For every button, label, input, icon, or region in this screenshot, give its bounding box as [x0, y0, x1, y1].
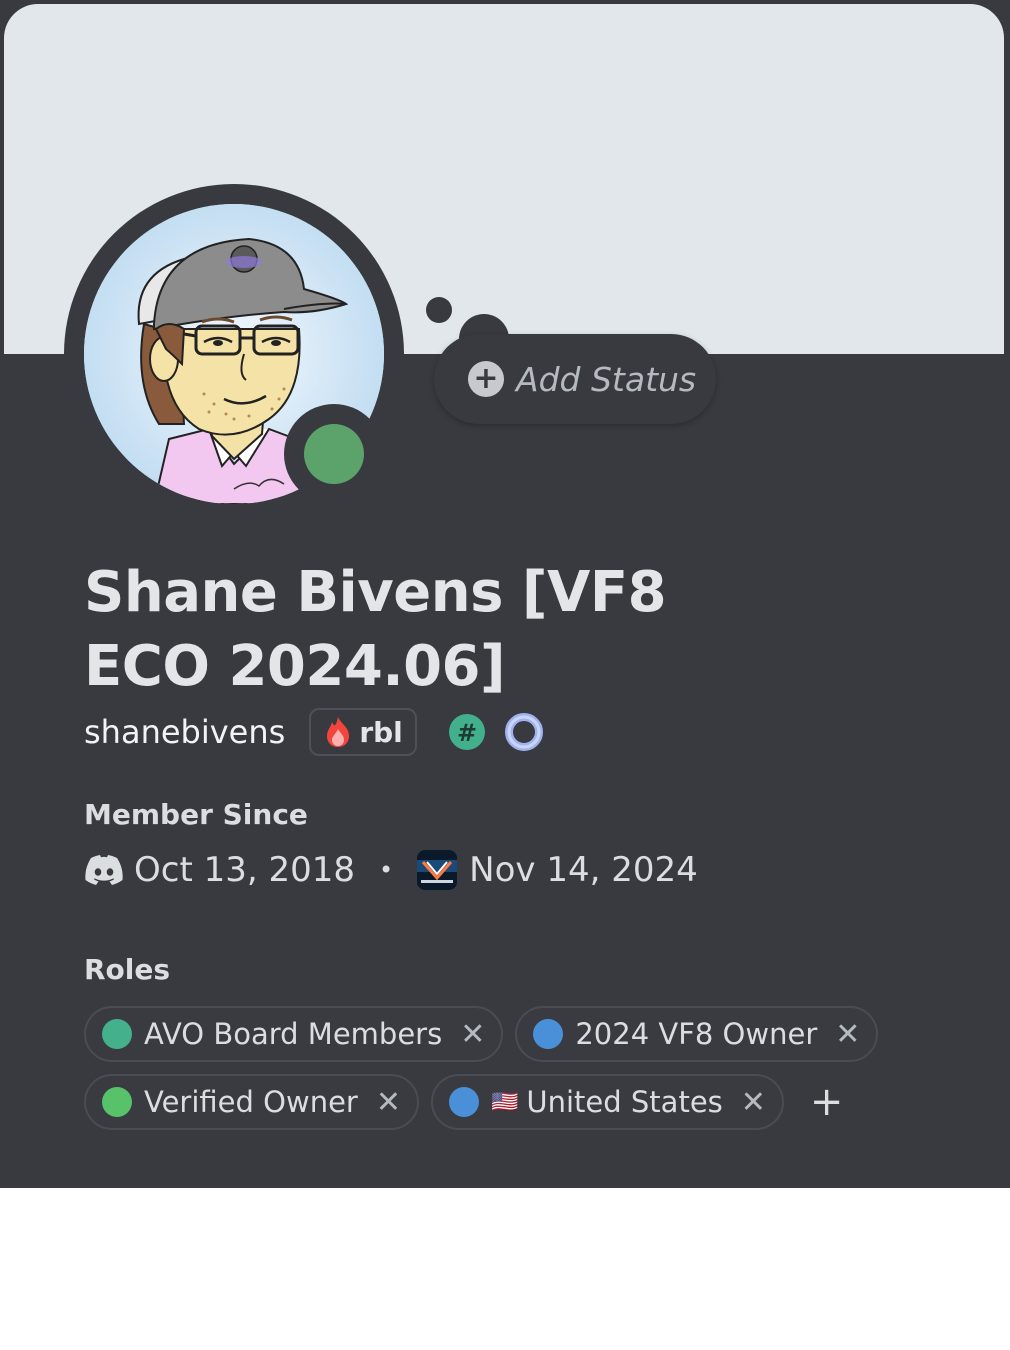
role-color-dot [533, 1019, 564, 1049]
online-status-indicator [304, 424, 364, 484]
svg-text:#: # [457, 719, 477, 747]
display-name: Shane Bivens [VF8 ECO 2024.06] [84, 560, 667, 699]
us-flag-icon: 🇺🇸 [490, 1089, 519, 1115]
role-color-dot [448, 1087, 479, 1117]
username[interactable]: shanebivens [84, 713, 285, 751]
discord-join-date: Oct 13, 2018 [134, 850, 355, 890]
server-icon [417, 850, 458, 890]
role-pill[interactable]: AVO Board Members ✕ [84, 1006, 504, 1062]
add-role-button[interactable]: + [810, 1074, 844, 1130]
roles-list: AVO Board Members ✕ 2024 VF8 Owner ✕ Ver… [84, 1006, 964, 1142]
member-since-title: Member Since [84, 798, 308, 831]
add-status-button[interactable]: + Add Status [434, 334, 716, 424]
role-name: 2024 VF8 Owner [575, 1017, 818, 1051]
hashtag-badge-icon[interactable]: # [447, 712, 487, 752]
remove-role-icon[interactable]: ✕ [741, 1085, 766, 1120]
profile-card: + Add Status Shane Bivens [VF8 ECO 2024.… [0, 0, 1010, 1188]
role-color-dot [102, 1019, 132, 1049]
add-status-label: Add Status [516, 359, 697, 399]
role-pill[interactable]: Verified Owner ✕ [84, 1074, 419, 1130]
remove-role-icon[interactable]: ✕ [460, 1017, 485, 1052]
discord-icon [85, 855, 123, 885]
roles-title: Roles [84, 953, 171, 986]
server-tag[interactable]: rbl [309, 708, 417, 756]
role-name: AVO Board Members [144, 1017, 443, 1051]
status-bubble-small [426, 297, 452, 323]
nitro-badge-icon[interactable] [499, 710, 549, 754]
role-name: Verified Owner [144, 1085, 358, 1119]
role-name: United States [526, 1085, 723, 1119]
username-row: shanebivens rbl # [84, 706, 549, 758]
server-tag-label: rbl [359, 715, 403, 749]
member-since-row: Oct 13, 2018 • Nov 14, 2024 [84, 846, 698, 894]
role-color-dot [102, 1087, 132, 1117]
remove-role-icon[interactable]: ✕ [835, 1017, 860, 1052]
role-pill[interactable]: 🇺🇸 United States ✕ [430, 1074, 784, 1130]
remove-role-icon[interactable]: ✕ [376, 1085, 401, 1120]
server-join-date: Nov 14, 2024 [469, 850, 698, 890]
plus-circle-icon: + [468, 361, 504, 397]
separator-dot: • [379, 856, 394, 884]
role-pill[interactable]: 2024 VF8 Owner ✕ [515, 1006, 879, 1062]
flame-icon [327, 717, 350, 747]
badges: # [447, 710, 549, 754]
